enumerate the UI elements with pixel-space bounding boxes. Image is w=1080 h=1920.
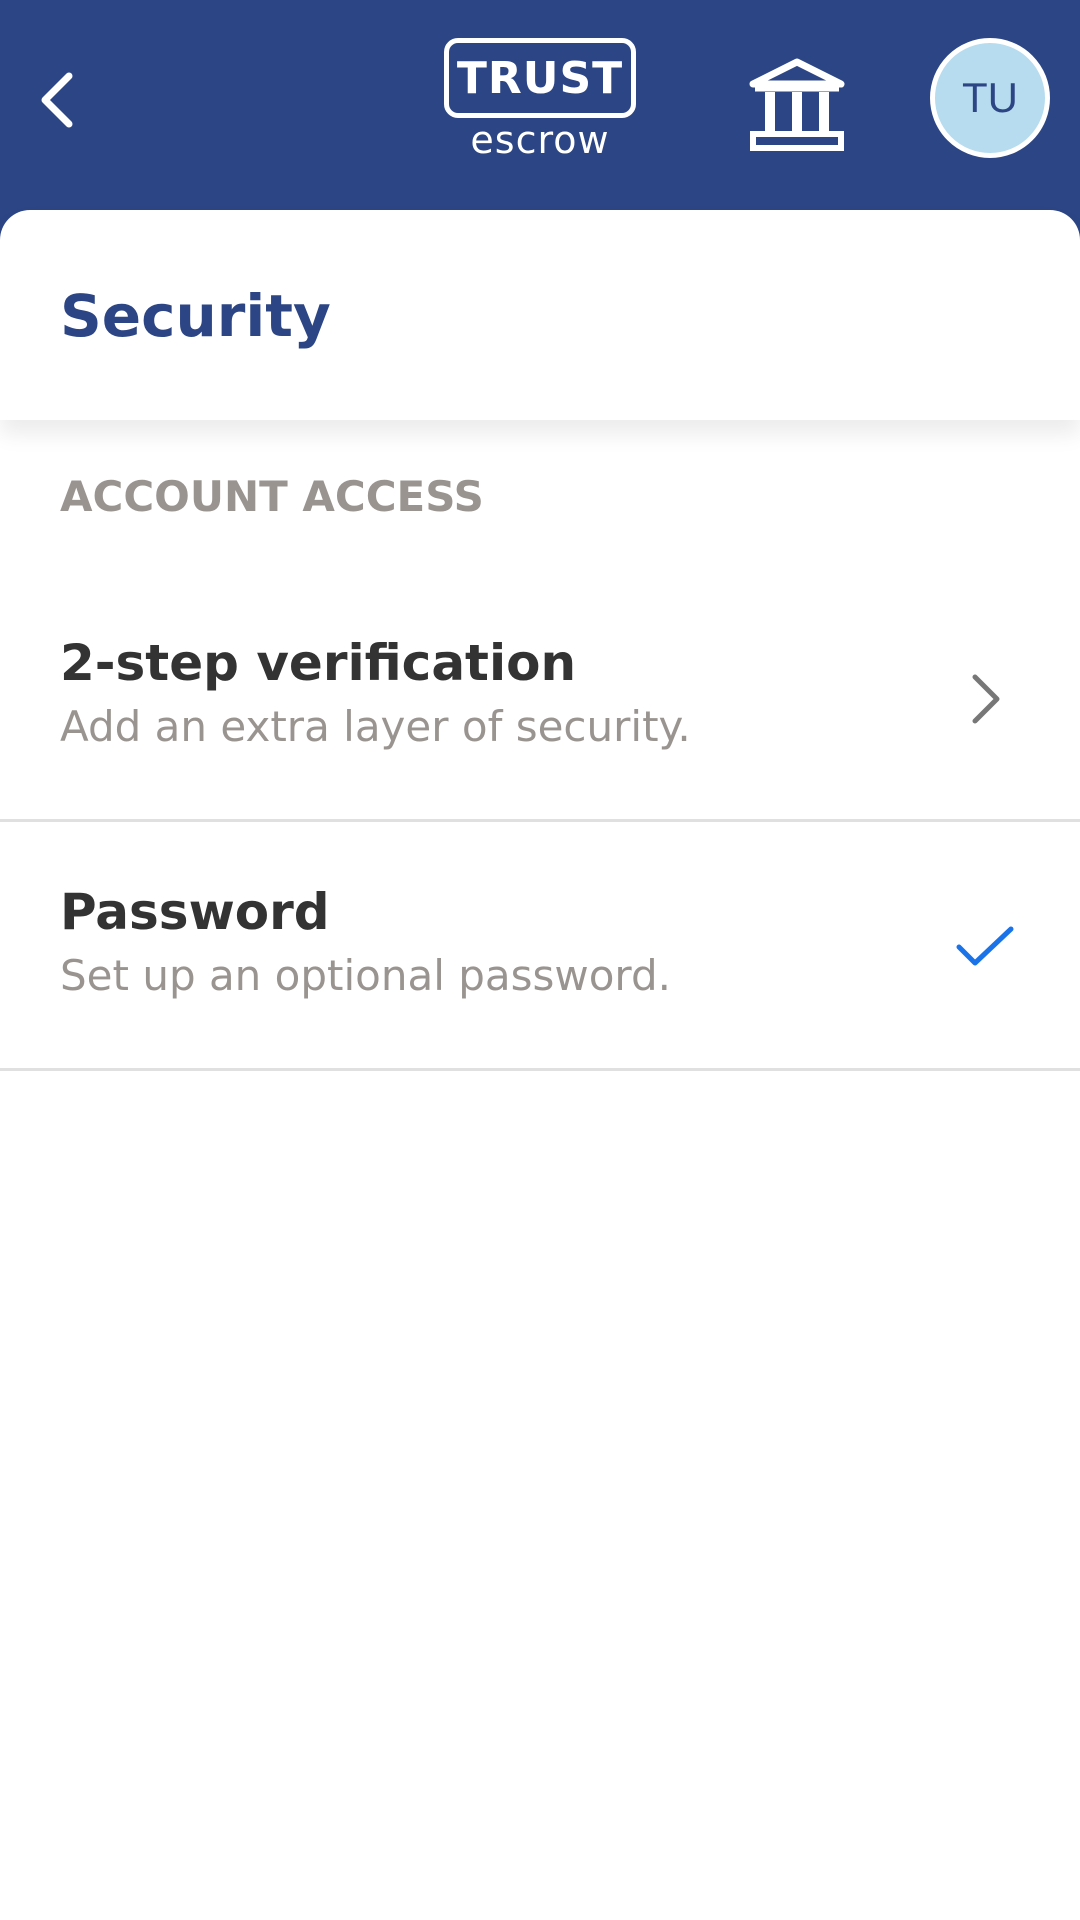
row-title: 2-step verification bbox=[60, 634, 577, 692]
list-item-2-step-verification[interactable]: 2-step verification Add an extra layer o… bbox=[0, 574, 1080, 822]
avatar[interactable]: TU bbox=[930, 38, 1050, 158]
row-title: Password bbox=[60, 883, 330, 941]
list-item-password[interactable]: Password Set up an optional password. bbox=[0, 823, 1080, 1071]
app-root: TRUST escrow TU Security ACCOUNT ACCESS … bbox=[0, 0, 1080, 1920]
bank-button[interactable] bbox=[742, 52, 852, 156]
section-label: ACCOUNT ACCESS bbox=[60, 472, 484, 521]
logo-main-text: TRUST bbox=[444, 38, 636, 118]
chevron-right-icon bbox=[950, 664, 1020, 734]
page-title: Security bbox=[60, 282, 331, 350]
row-subtitle: Set up an optional password. bbox=[60, 951, 671, 1000]
back-button[interactable] bbox=[30, 60, 84, 140]
chevron-left-icon bbox=[41, 72, 73, 128]
row-subtitle: Add an extra layer of security. bbox=[60, 702, 691, 751]
bank-icon bbox=[749, 58, 845, 151]
trust-escrow-logo: TRUST escrow bbox=[444, 38, 640, 162]
logo-sub-text: escrow bbox=[470, 118, 610, 162]
title-card: Security bbox=[0, 210, 1080, 420]
checkmark-icon bbox=[950, 913, 1020, 983]
